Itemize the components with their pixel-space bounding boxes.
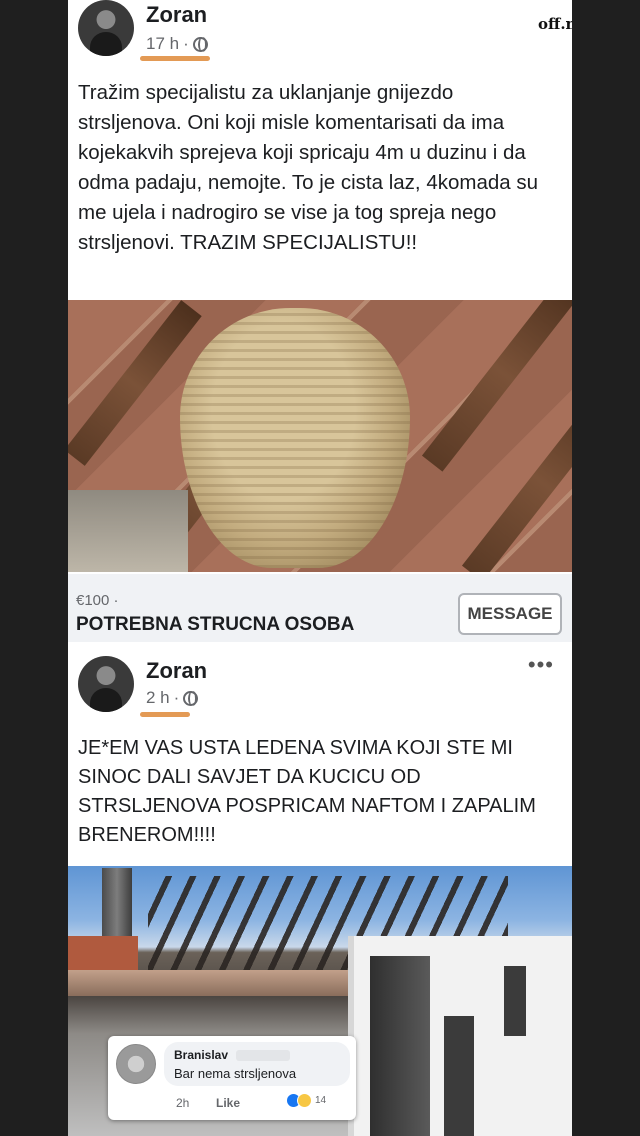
comment-card: Branislav Bar nema strsljenova 2h Like 1… — [108, 1036, 356, 1120]
comment-reactions[interactable]: 14 — [286, 1093, 326, 1108]
post2-avatar[interactable] — [78, 656, 134, 712]
reaction-count: 14 — [315, 1095, 327, 1106]
listing-price: €100 · — [76, 592, 119, 609]
underline-annotation — [140, 56, 210, 61]
comment-like-button[interactable]: Like — [216, 1096, 240, 1110]
underline-annotation — [140, 712, 190, 717]
comment-time: 2h — [176, 1096, 190, 1110]
comment-text: Bar nema strsljenova — [174, 1066, 297, 1081]
watermark: off.net.mk — [538, 12, 572, 36]
post1-avatar[interactable] — [78, 0, 134, 56]
commenter-avatar[interactable] — [116, 1044, 156, 1084]
post2-author-name[interactable]: Zoran — [146, 658, 207, 684]
post2-meta: 2 h · — [146, 688, 199, 708]
post1-text: Tražim specijalistu za uklanjanje gnijez… — [78, 81, 538, 254]
globe-icon — [183, 690, 199, 706]
redacted-surname — [236, 1050, 290, 1061]
post1-header: Zoran 17 h · — [68, 0, 572, 70]
post2-text: JE*EM VAS USTA LEDENA SVIMA KOJI STE MI … — [78, 737, 536, 846]
post2-header: Zoran 2 h · ••• — [68, 654, 572, 724]
post2-time[interactable]: 2 h — [146, 688, 170, 708]
hornet-nest — [180, 308, 410, 568]
post1-photo-hornet-nest[interactable] — [68, 300, 572, 572]
post1-meta: 17 h · — [146, 34, 208, 54]
comment-bubble[interactable]: Branislav Bar nema strsljenova — [164, 1042, 350, 1086]
post1-time[interactable]: 17 h — [146, 34, 179, 54]
listing-title[interactable]: POTREBNA STRUCNA OSOBA — [76, 614, 354, 636]
post1-author-name[interactable]: Zoran — [146, 2, 207, 28]
more-icon[interactable]: ••• — [528, 654, 554, 676]
message-button[interactable]: MESSAGE — [458, 593, 562, 635]
post2-separator: · — [173, 688, 180, 707]
marketplace-listing-bar: €100 · POTREBNA STRUCNA OSOBA MESSAGE — [68, 574, 572, 642]
haha-reaction-icon — [297, 1093, 312, 1108]
commenter-name[interactable]: Branislav — [174, 1048, 228, 1062]
house-wall — [348, 936, 572, 1136]
post1-separator: · — [183, 34, 189, 53]
globe-icon — [192, 36, 208, 52]
feed-column: off.net.mk Zoran 17 h · Tražim specijali… — [68, 0, 572, 1136]
post2-photo-burned-roof[interactable]: Branislav Bar nema strsljenova 2h Like 1… — [68, 866, 572, 1136]
